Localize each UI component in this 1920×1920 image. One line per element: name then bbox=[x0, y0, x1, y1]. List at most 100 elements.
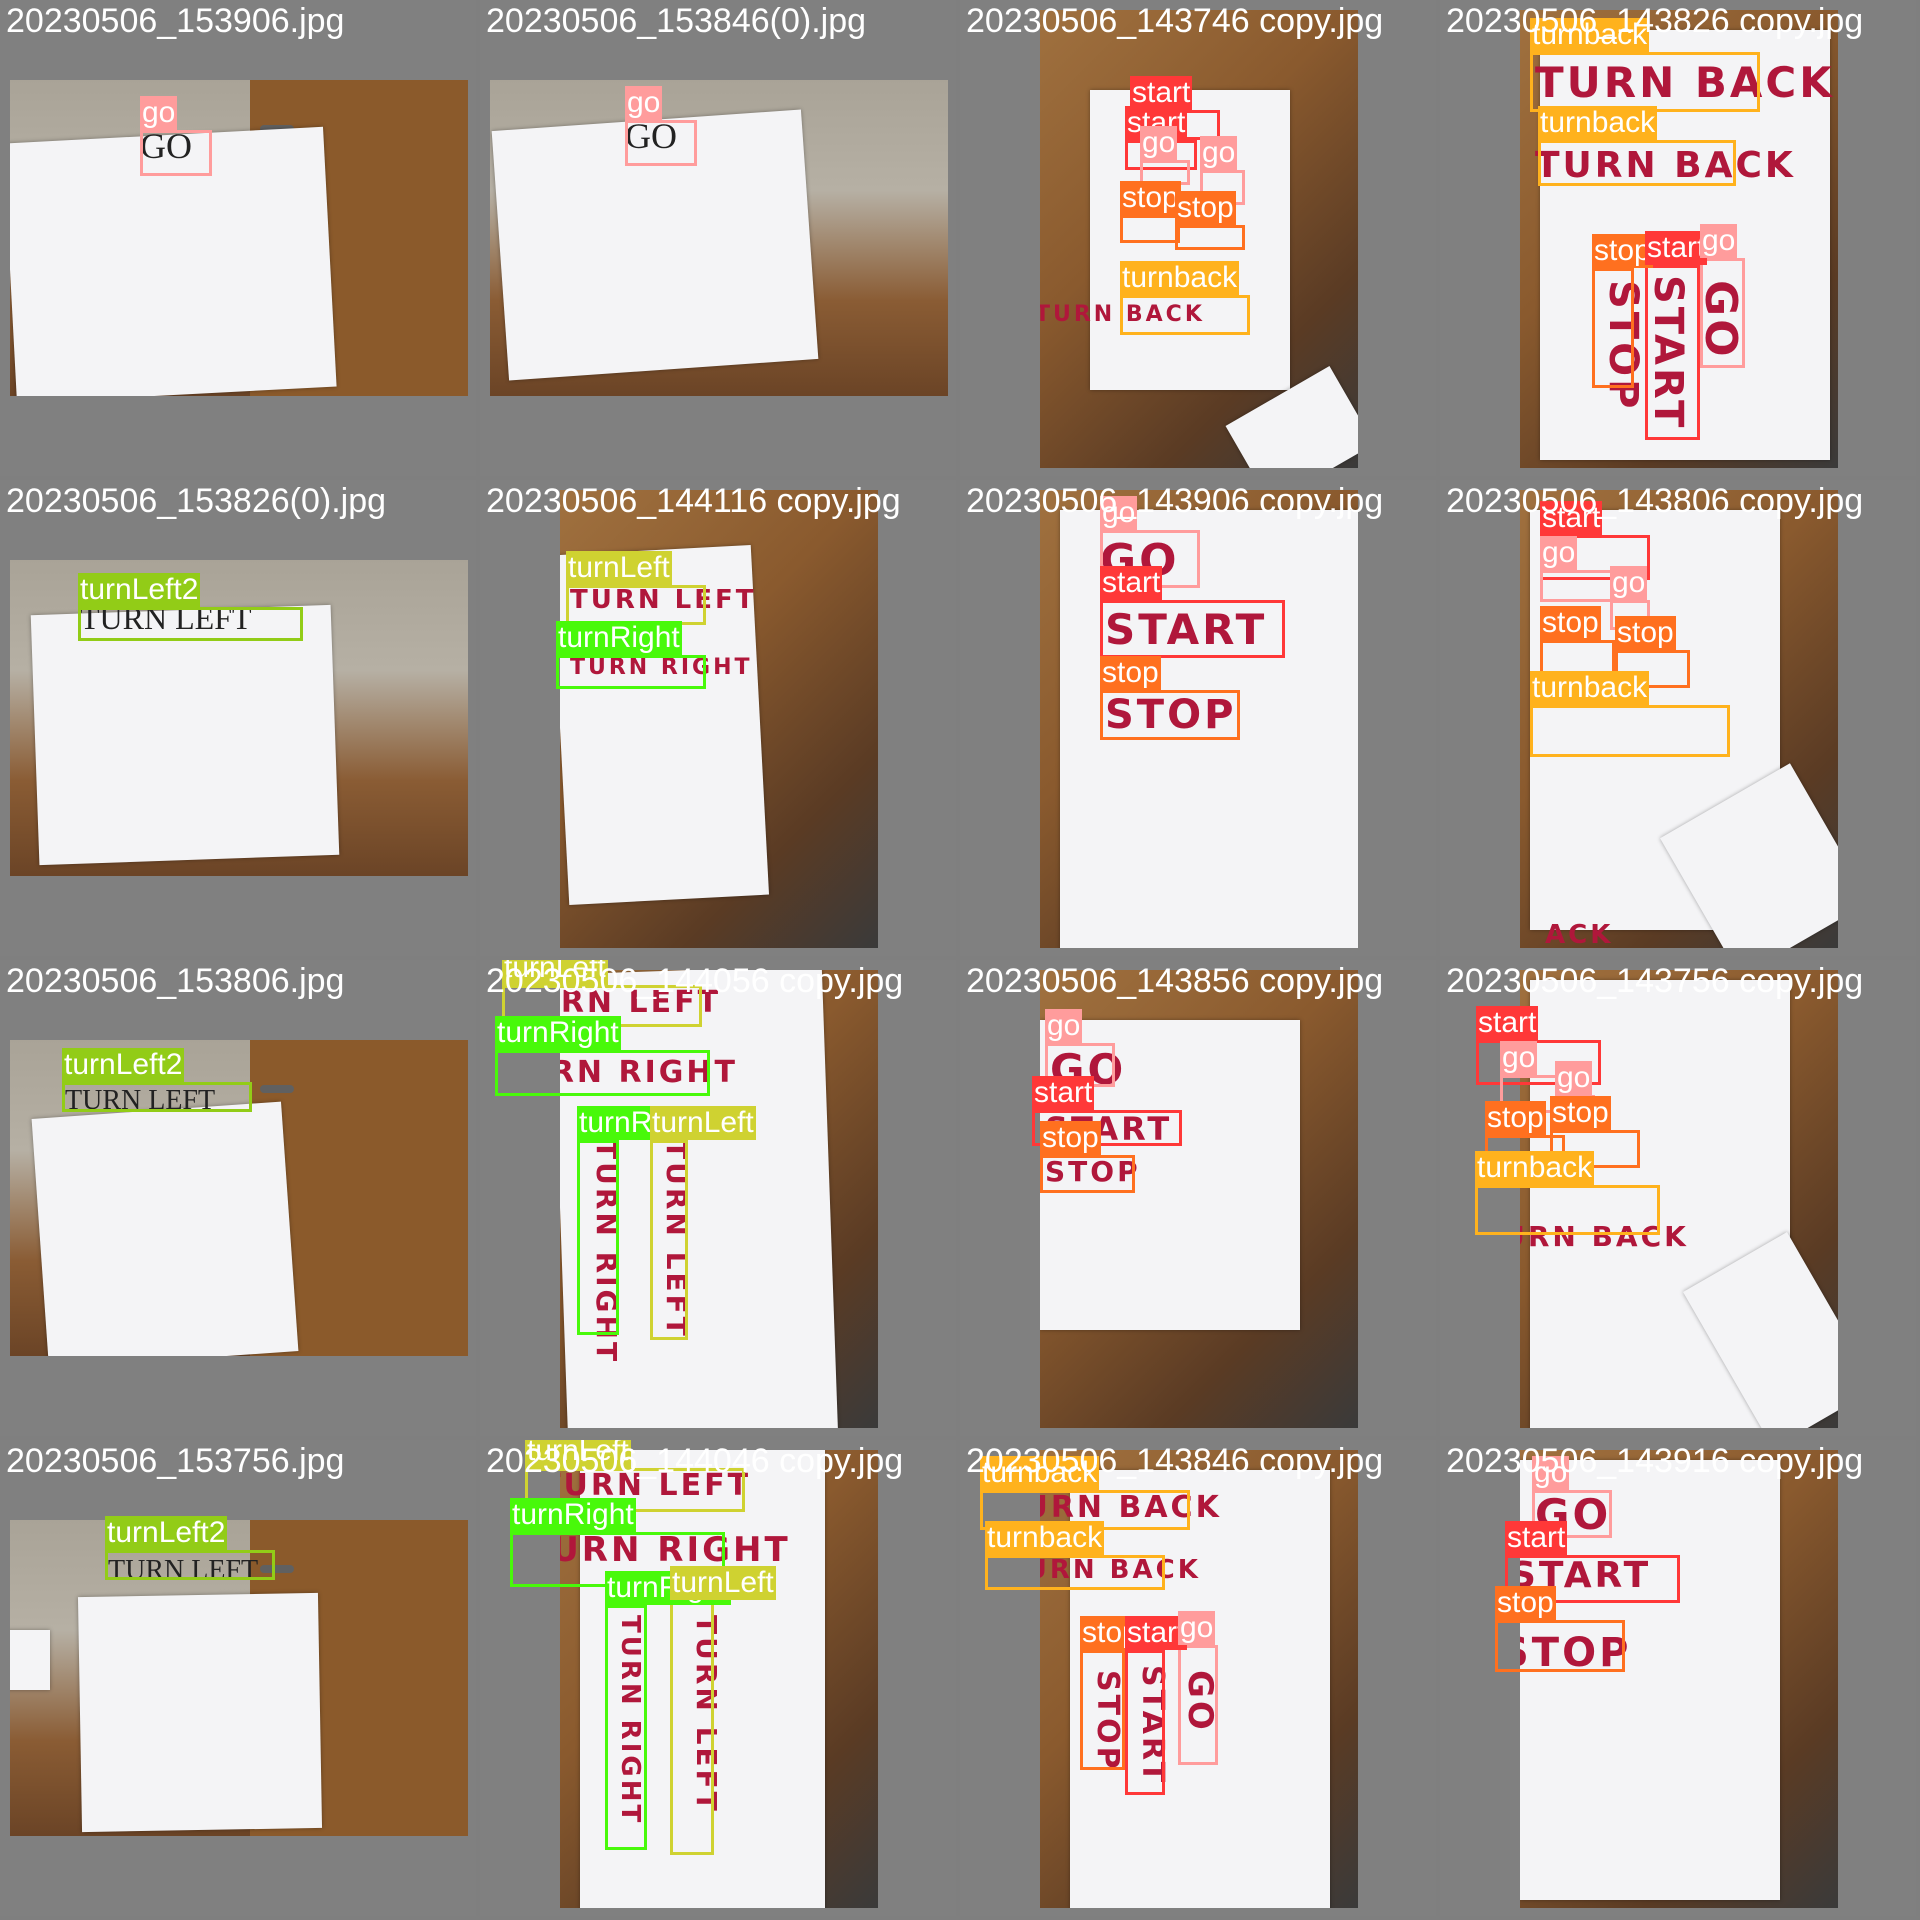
grid-cell: GO START STOP go start stop 20230506_143856 co… bbox=[960, 960, 1436, 1436]
grid-cell: ACK start go go stop stop turnback 20230506_143… bbox=[1440, 480, 1916, 956]
grid-cell: GO go 20230506_153846(0).jpg bbox=[480, 0, 956, 476]
detection-label: stop bbox=[1100, 656, 1161, 690]
grid-cell: TURN LEFT TURN RIGHT turnLeft turnRight 2023… bbox=[480, 480, 956, 956]
detection-box bbox=[577, 1140, 619, 1335]
image-filename: 20230506_144056 copy.jpg bbox=[486, 962, 904, 1000]
detection-label: turnRight bbox=[495, 1016, 621, 1050]
image-filename: 20230506_143756 copy.jpg bbox=[1446, 962, 1864, 1000]
image-filename: 20230506_144046 copy.jpg bbox=[486, 1442, 904, 1480]
detection-label: stop bbox=[1540, 606, 1601, 640]
detection-label: turnLeft bbox=[650, 1106, 756, 1140]
detection-box bbox=[1530, 52, 1760, 112]
detection-label: stop bbox=[1615, 616, 1676, 650]
detection-box bbox=[105, 1550, 275, 1580]
detection-box bbox=[556, 655, 706, 689]
detection-box bbox=[1530, 705, 1730, 757]
paper-sheet bbox=[10, 1630, 50, 1690]
detection-label: start bbox=[1476, 1006, 1539, 1040]
detection-label: turnRight bbox=[556, 621, 682, 655]
detection-label: go bbox=[1045, 1009, 1083, 1043]
detection-box bbox=[1120, 215, 1180, 243]
detection-label: turnLeft2 bbox=[78, 573, 201, 607]
grid-cell: TURN LEFTTURN RIGHTTURN RIGHTTURN LEFTtu… bbox=[480, 960, 956, 1436]
grid-cell: GO go 20230506_153906.jpg bbox=[0, 0, 476, 476]
detection-label: stop bbox=[1120, 181, 1181, 215]
grid-cell: TURN BACK start start go go stop stop turnback 2… bbox=[960, 0, 1436, 476]
detection-box bbox=[1080, 1650, 1125, 1770]
detection-label: go bbox=[1178, 1611, 1216, 1645]
detection-box bbox=[1178, 1645, 1218, 1765]
detection-box bbox=[1538, 140, 1736, 186]
detection-label: turnLeft2 bbox=[105, 1516, 228, 1550]
image-filename: 20230506_143916 copy.jpg bbox=[1446, 1442, 1864, 1480]
detection-box bbox=[62, 1082, 252, 1112]
detection-label: turnLeft bbox=[670, 1566, 776, 1600]
image-filename: 20230506_143806 copy.jpg bbox=[1446, 482, 1864, 520]
detection-label: turnback bbox=[985, 1521, 1105, 1555]
detection-box bbox=[1475, 1185, 1660, 1235]
detection-label: start bbox=[1505, 1521, 1568, 1555]
detection-box bbox=[670, 1600, 714, 1855]
image-filename: 20230506_153846(0).jpg bbox=[486, 2, 867, 40]
image-filename: 20230506_153806.jpg bbox=[6, 962, 345, 1000]
detection-box bbox=[495, 1050, 710, 1096]
detection-label: turnback bbox=[1120, 261, 1240, 295]
detection-label: start bbox=[1645, 231, 1708, 265]
detection-box bbox=[1592, 268, 1634, 388]
detection-box bbox=[1120, 295, 1250, 335]
image-filename: 20230506_143746 copy.jpg bbox=[966, 2, 1384, 40]
detection-label: turnLeft bbox=[566, 551, 672, 585]
detection-label: stop bbox=[1040, 1121, 1101, 1155]
grid-cell: TURN BACKTURN BACKSTOPSTARTGOturnbacktur… bbox=[1440, 0, 1916, 476]
sign-text: ACK bbox=[1545, 920, 1614, 948]
detection-label: go bbox=[1555, 1061, 1593, 1095]
grid-cell: TURN LEFT turnLeft2 20230506_153756.jpg bbox=[0, 1440, 476, 1916]
detection-label: go bbox=[140, 96, 178, 130]
detection-box bbox=[1540, 570, 1620, 602]
image-filename: 20230506_143856 copy.jpg bbox=[966, 962, 1384, 1000]
image-filename: 20230506_153906.jpg bbox=[6, 2, 345, 40]
detection-box bbox=[625, 120, 697, 166]
detection-label: go bbox=[1140, 126, 1178, 160]
detection-box bbox=[985, 1555, 1165, 1590]
detection-box bbox=[1645, 265, 1700, 440]
paper-sheet bbox=[77, 1592, 323, 1833]
image-filename: 20230506_143826 copy.jpg bbox=[1446, 2, 1864, 40]
detection-box bbox=[1100, 690, 1240, 740]
detection-label: turnback bbox=[1538, 106, 1658, 140]
photo: GO bbox=[490, 80, 948, 396]
grid-cell: GO START STOP go start stop 20230506_143906 co… bbox=[960, 480, 1436, 956]
detection-label: stop bbox=[1495, 1586, 1556, 1620]
image-filename: 20230506_144116 copy.jpg bbox=[486, 482, 901, 520]
grid-cell: GOSTARTSTOPgostartstop20230506_143916 co… bbox=[1440, 1440, 1916, 1916]
image-filename: 20230506_153826(0).jpg bbox=[6, 482, 387, 520]
grid-cell: TURN BACKTURN BACKSTOPSTARTGOturnbacktur… bbox=[960, 1440, 1436, 1916]
grid-cell: TURN LEFTTURN RIGHTTURN RIGHTTURN LEFTtu… bbox=[480, 1440, 956, 1916]
grid-cell: TURN LEFT turnLeft2 20230506_153806.jpg bbox=[0, 960, 476, 1436]
grid-cell: TURN BACKstartgogostopstopturnback202305… bbox=[1440, 960, 1916, 1436]
grid-cell: TURN LEFT turnLeft2 20230506_153826(0).jpg bbox=[0, 480, 476, 956]
detection-grid: GO go 20230506_153906.jpg GO go 20230506_1538… bbox=[0, 0, 1920, 1920]
detection-label: stop bbox=[1175, 191, 1236, 225]
detection-box bbox=[78, 607, 303, 641]
detection-box bbox=[1125, 1650, 1165, 1795]
detection-label: start bbox=[1130, 76, 1193, 110]
detection-label: turnback bbox=[1530, 671, 1650, 705]
paper-sheet bbox=[30, 604, 340, 866]
detection-label: go bbox=[1610, 566, 1648, 600]
detection-box bbox=[1100, 600, 1285, 658]
detection-box bbox=[1175, 225, 1245, 250]
detection-box bbox=[1700, 258, 1745, 368]
photo: GOSTARTSTOP bbox=[1040, 970, 1358, 1428]
detection-label: go bbox=[1200, 136, 1238, 170]
detection-label: turnLeft2 bbox=[62, 1048, 185, 1082]
paper-sheet bbox=[31, 1101, 299, 1356]
detection-label: go bbox=[1700, 224, 1738, 258]
detection-label: go bbox=[625, 86, 663, 120]
detection-label: turnRight bbox=[510, 1498, 636, 1532]
detection-box bbox=[140, 130, 212, 176]
detection-box bbox=[1495, 1620, 1625, 1672]
detection-label: go bbox=[1540, 536, 1578, 570]
detection-label: stop bbox=[1592, 234, 1653, 268]
detection-label: go bbox=[1500, 1041, 1538, 1075]
